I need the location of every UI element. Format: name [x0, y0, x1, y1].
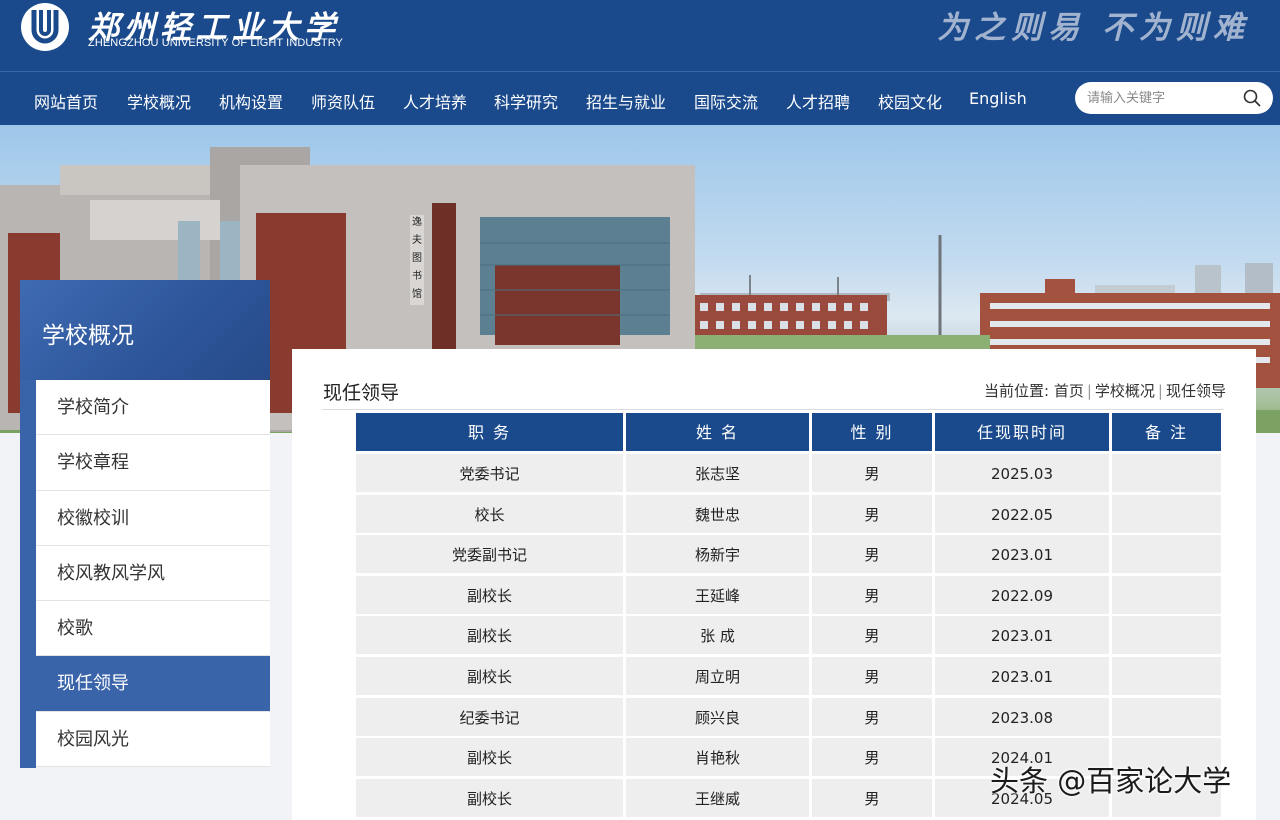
cell-name: 魏世忠	[626, 494, 809, 533]
breadcrumb-separator: |	[1157, 382, 1163, 400]
nav-item-culture[interactable]: 校园文化	[878, 89, 942, 113]
cell-remarks	[1112, 535, 1221, 574]
column-header-position: 职 务	[356, 413, 623, 451]
svg-text:夫: 夫	[412, 234, 422, 246]
cell-remarks	[1112, 494, 1221, 533]
cell-name: 杨新宇	[626, 535, 809, 574]
content-panel: 现任领导 当前位置: 首页 | 学校概况 | 现任领导 职 务 姓 名 性 别 任现职时…	[292, 349, 1256, 820]
sidebar-rail	[20, 380, 36, 768]
cell-remarks	[1112, 616, 1221, 655]
cell-remarks	[1112, 697, 1221, 736]
sidebar-title: 学校概况	[42, 323, 134, 349]
search-input[interactable]	[1087, 89, 1237, 107]
nav-item-home[interactable]: 网站首页	[34, 89, 98, 113]
sidebar-item-song[interactable]: 校歌	[36, 601, 270, 657]
main-nav: 网站首页 学校概况 机构设置 师资队伍 人才培养 科学研究 招生与就业 国际交流…	[0, 71, 1280, 125]
page-title: 现任领导	[323, 382, 400, 404]
logo-english-name: ZHENGZHOU UNIVERSITY OF LIGHT INDUSTRY	[88, 37, 343, 49]
breadcrumb-prefix: 当前位置:	[983, 382, 1050, 400]
cell-gender: 男	[812, 657, 932, 695]
cell-position: 副校长	[356, 575, 623, 614]
sidebar-item-campus-scenery[interactable]: 校园风光	[36, 711, 270, 768]
svg-text:书: 书	[412, 270, 422, 282]
title-divider	[322, 409, 1224, 410]
nav-item-english[interactable]: English	[969, 89, 1027, 108]
sidebar-item-ethos[interactable]: 校风教风学风	[36, 545, 270, 602]
university-logo-icon[interactable]	[20, 2, 70, 52]
column-header-gender: 性 别	[812, 413, 932, 451]
nav-item-education[interactable]: 人才培养	[403, 89, 467, 113]
cell-position: 校长	[356, 494, 623, 533]
sidebar-item-emblem-motto[interactable]: 校徽校训	[36, 490, 270, 546]
breadcrumb-separator: |	[1086, 382, 1092, 400]
cell-position: 纪委书记	[356, 697, 623, 736]
nav-item-organization[interactable]: 机构设置	[219, 89, 283, 113]
sidebar-item-introduction[interactable]: 学校简介	[36, 380, 270, 436]
cell-position: 党委副书记	[356, 535, 623, 574]
column-header-term-start: 任现职时间	[935, 413, 1109, 451]
cell-remarks	[1112, 454, 1221, 492]
sidebar-header: 学校概况	[20, 280, 270, 380]
breadcrumb-current[interactable]: 现任领导	[1166, 382, 1226, 400]
school-motto: 为之则易 不为则难	[937, 10, 1250, 46]
breadcrumb: 当前位置: 首页 | 学校概况 | 现任领导	[984, 380, 1226, 401]
cell-gender: 男	[812, 454, 932, 492]
cell-gender: 男	[812, 616, 932, 655]
cell-term-start: 2025.03	[935, 454, 1109, 492]
cell-term-start: 2023.01	[935, 535, 1109, 574]
sidebar-item-current-leaders[interactable]: 现任领导	[36, 656, 270, 712]
sidebar-menu: 学校简介 学校章程 校徽校训 校风教风学风 校歌 现任领导 校园风光	[36, 380, 270, 768]
cell-position: 副校长	[356, 778, 623, 817]
cell-term-start: 2022.05	[935, 494, 1109, 533]
search-box	[1075, 82, 1273, 114]
breadcrumb-home[interactable]: 首页	[1054, 382, 1084, 400]
cell-remarks	[1112, 575, 1221, 614]
cell-name: 王继威	[626, 778, 809, 817]
svg-text:馆: 馆	[412, 287, 422, 300]
cell-name: 张 成	[626, 616, 809, 655]
search-icon[interactable]	[1241, 87, 1263, 109]
column-header-remarks: 备 注	[1112, 413, 1221, 451]
nav-item-faculty[interactable]: 师资队伍	[311, 89, 375, 113]
svg-text:图: 图	[412, 252, 422, 264]
watermark-text: 头条 @百家论大学	[990, 764, 1232, 798]
cell-name: 周立明	[626, 657, 809, 695]
column-header-name: 姓 名	[626, 413, 809, 451]
cell-gender: 男	[812, 575, 932, 614]
breadcrumb-overview[interactable]: 学校概况	[1095, 382, 1155, 400]
cell-remarks	[1112, 657, 1221, 695]
cell-term-start: 2023.01	[935, 616, 1109, 655]
sidebar-item-charter[interactable]: 学校章程	[36, 435, 270, 491]
cell-name: 顾兴良	[626, 697, 809, 736]
svg-text:逸: 逸	[412, 216, 422, 228]
cell-gender: 男	[812, 738, 932, 777]
site-header: 郑州轻工业大学 ZHENGZHOU UNIVERSITY OF LIGHT IN…	[0, 0, 1280, 71]
cell-gender: 男	[812, 494, 932, 533]
cell-position: 副校长	[356, 738, 623, 777]
nav-item-recruitment[interactable]: 人才招聘	[786, 89, 850, 113]
cell-term-start: 2022.09	[935, 575, 1109, 614]
nav-item-international[interactable]: 国际交流	[694, 89, 758, 113]
cell-gender: 男	[812, 778, 932, 817]
cell-name: 肖艳秋	[626, 738, 809, 777]
cell-gender: 男	[812, 535, 932, 574]
cell-name: 王延峰	[626, 575, 809, 614]
cell-position: 党委书记	[356, 454, 623, 492]
cell-term-start: 2023.01	[935, 657, 1109, 695]
cell-term-start: 2023.08	[935, 697, 1109, 736]
nav-item-admission[interactable]: 招生与就业	[586, 89, 666, 113]
cell-name: 张志坚	[626, 454, 809, 492]
cell-position: 副校长	[356, 616, 623, 655]
nav-item-research[interactable]: 科学研究	[494, 89, 558, 113]
cell-gender: 男	[812, 697, 932, 736]
cell-position: 副校长	[356, 657, 623, 695]
nav-item-overview[interactable]: 学校概况	[127, 89, 191, 113]
